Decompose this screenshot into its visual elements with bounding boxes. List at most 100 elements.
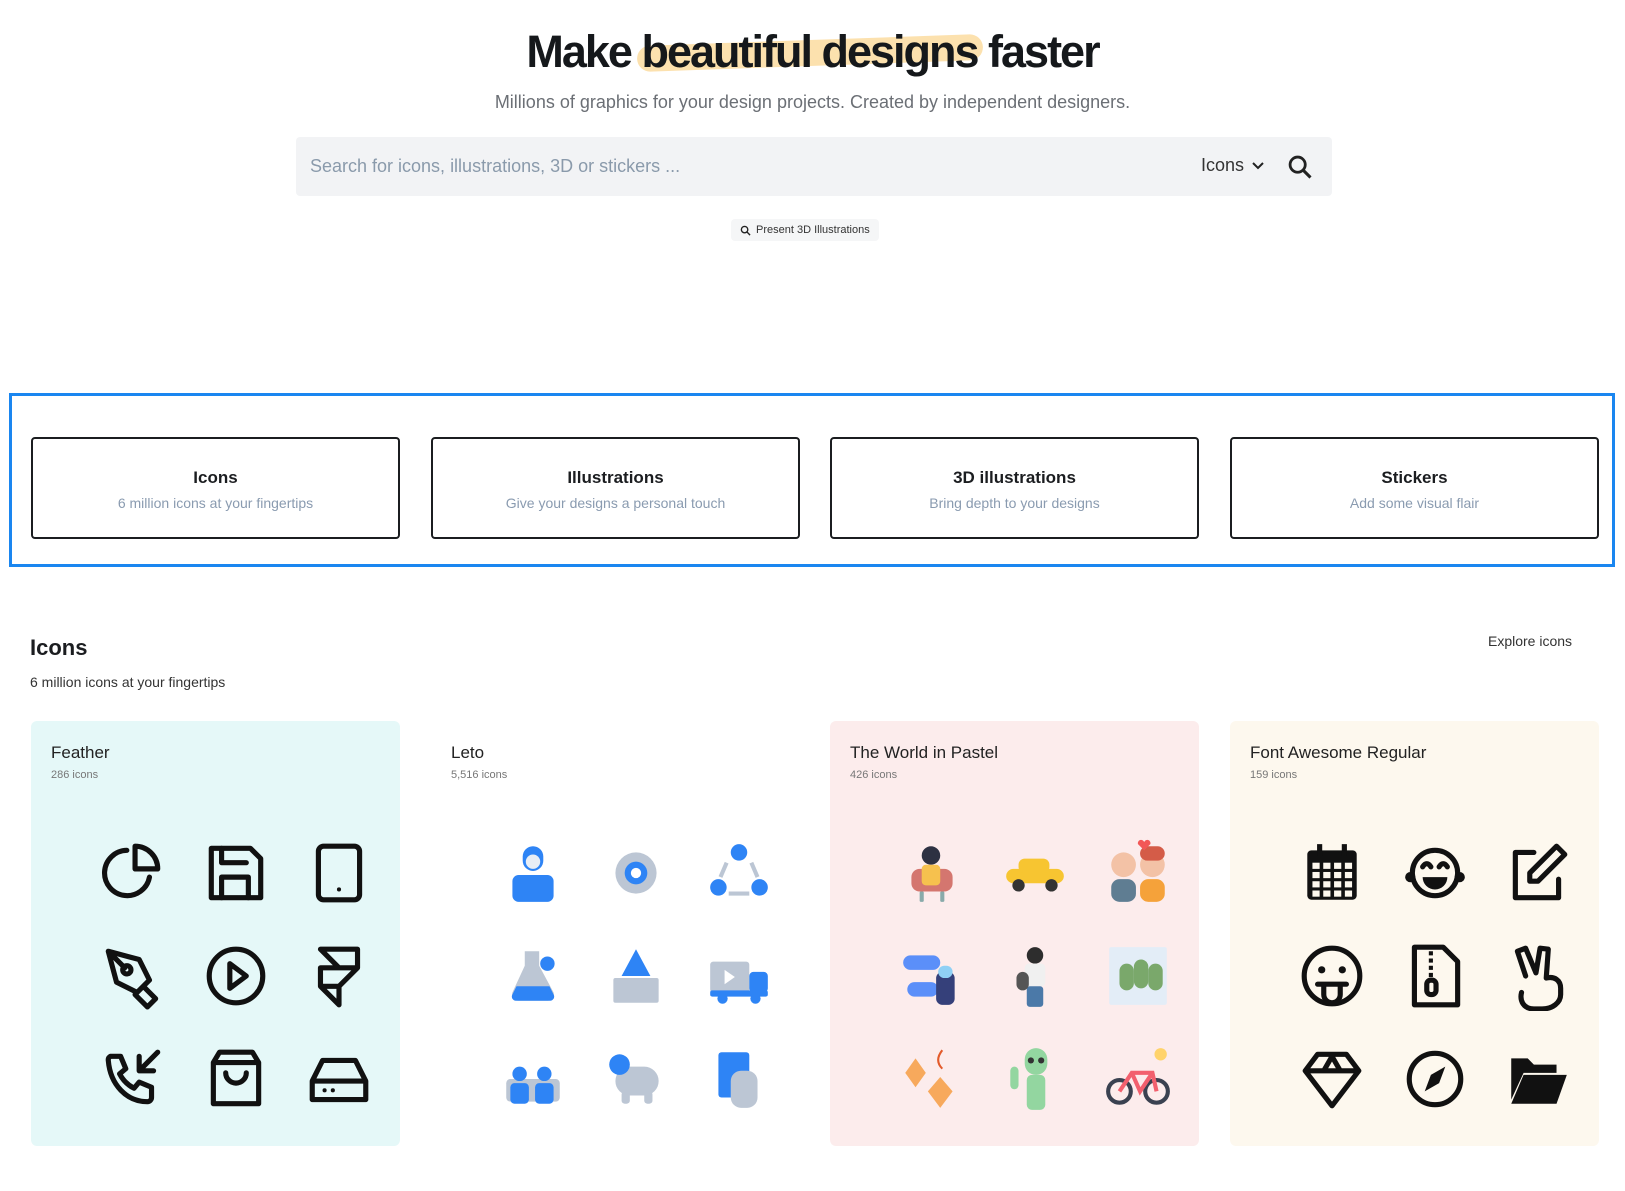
type-dropdown[interactable]: Icons bbox=[1201, 155, 1264, 176]
tablet-icon-graphic bbox=[315, 843, 362, 902]
peace-hand-icon[interactable] bbox=[1486, 924, 1589, 1027]
shopping-bag-icon-graphic bbox=[210, 1049, 261, 1106]
collection-icon-grid bbox=[81, 821, 390, 1130]
collection-card[interactable]: The World in Pastel 426 icons bbox=[830, 721, 1199, 1146]
page-title: Make beautiful designs faster bbox=[0, 26, 1625, 78]
team-icon[interactable] bbox=[481, 1027, 584, 1130]
category-subtitle: 6 million icons at your fingertips bbox=[117, 495, 314, 511]
search-input[interactable] bbox=[310, 137, 1130, 196]
compass-icon-graphic bbox=[1406, 1050, 1463, 1107]
save-icon[interactable] bbox=[184, 821, 287, 924]
settings-icon[interactable] bbox=[584, 821, 687, 924]
collection-card[interactable]: Leto 5,516 icons bbox=[431, 721, 800, 1146]
file-zip-icon-graphic bbox=[1411, 944, 1460, 1007]
laugh-icon[interactable] bbox=[1383, 821, 1486, 924]
category-stickers[interactable]: Stickers Add some visual flair bbox=[1230, 437, 1599, 539]
truck-video-icon[interactable] bbox=[687, 924, 790, 1027]
category-icons[interactable]: Icons 6 million icons at your fingertips bbox=[31, 437, 400, 539]
framer-icon-graphic bbox=[317, 946, 360, 1007]
search-bar: Icons bbox=[296, 137, 1332, 196]
team-icon-graphic bbox=[505, 1066, 560, 1104]
search-icon[interactable] bbox=[1286, 153, 1314, 181]
category-subtitle: Add some visual flair bbox=[1349, 495, 1480, 511]
collection-card[interactable]: Font Awesome Regular 159 icons bbox=[1230, 721, 1599, 1146]
compass-icon[interactable] bbox=[1383, 1027, 1486, 1130]
user-icon[interactable] bbox=[481, 821, 584, 924]
collection-card[interactable]: Feather 286 icons bbox=[31, 721, 400, 1146]
category-title: Stickers bbox=[1381, 468, 1448, 487]
collection-name: Leto bbox=[451, 743, 485, 762]
taxi-icon[interactable] bbox=[983, 821, 1086, 924]
explore-icons-link[interactable]: Explore icons bbox=[1488, 633, 1572, 649]
category-3d-illustrations[interactable]: 3D illustrations Bring depth to your desi… bbox=[830, 437, 1199, 539]
phone-incoming-icon[interactable] bbox=[81, 1027, 184, 1130]
collection-count: 286 icons bbox=[51, 769, 99, 781]
edit-icon-graphic bbox=[1512, 843, 1567, 900]
section-subtitle: 6 million icons at your fingertips bbox=[30, 674, 226, 690]
credit-card-icon-graphic bbox=[717, 1051, 758, 1108]
file-zip-icon[interactable] bbox=[1383, 924, 1486, 1027]
collection-name: The World in Pastel bbox=[850, 743, 999, 762]
truck-video-icon-graphic bbox=[709, 961, 768, 1004]
diver-sharks-icon-graphic bbox=[902, 954, 955, 1005]
folder-open-icon[interactable] bbox=[1486, 1027, 1589, 1130]
taxi-icon-graphic bbox=[1005, 858, 1064, 892]
hard-drive-icon[interactable] bbox=[287, 1027, 390, 1130]
collection-count: 5,516 icons bbox=[451, 769, 508, 781]
phone-incoming-icon-graphic bbox=[105, 1049, 160, 1104]
tablet-icon[interactable] bbox=[287, 821, 390, 924]
pen-tool-icon-graphic bbox=[105, 948, 158, 1009]
chevron-down-icon bbox=[1252, 161, 1264, 169]
save-icon-graphic bbox=[208, 845, 263, 900]
map-pig-icon[interactable] bbox=[584, 1027, 687, 1130]
section-title: Icons bbox=[30, 635, 88, 660]
framer-icon[interactable] bbox=[287, 924, 390, 1027]
pie-chart-icon-graphic bbox=[101, 843, 160, 898]
page-subtitle: Millions of graphics for your design pro… bbox=[494, 92, 1131, 112]
person-chair-icon-graphic bbox=[910, 845, 953, 902]
flask-icon-graphic bbox=[511, 950, 555, 1001]
calendar-icon[interactable] bbox=[1280, 821, 1383, 924]
gem-icon[interactable] bbox=[1280, 1027, 1383, 1130]
hard-drive-icon-graphic bbox=[309, 1057, 368, 1102]
category-illustrations[interactable]: Illustrations Give your designs a persona… bbox=[431, 437, 800, 539]
rain-trees-icon[interactable] bbox=[1086, 924, 1189, 1027]
category-title: Icons bbox=[193, 468, 238, 487]
diver-sharks-icon[interactable] bbox=[880, 924, 983, 1027]
suggestion-chip[interactable]: Present 3D Illustrations bbox=[731, 219, 879, 241]
alien-icon[interactable] bbox=[983, 1027, 1086, 1130]
title-post: faster bbox=[988, 26, 1101, 77]
collection-icon-grid bbox=[880, 821, 1189, 1130]
collection-name: Feather bbox=[51, 743, 110, 762]
woman-bag-icon[interactable] bbox=[983, 924, 1086, 1027]
category-title: Illustrations bbox=[567, 468, 664, 487]
couple-icon[interactable] bbox=[1086, 821, 1189, 924]
pie-chart-icon[interactable] bbox=[81, 821, 184, 924]
shopping-bag-icon[interactable] bbox=[184, 1027, 287, 1130]
pen-tool-icon[interactable] bbox=[81, 924, 184, 1027]
leaves-icon[interactable] bbox=[880, 1027, 983, 1130]
collection-count: 159 icons bbox=[1250, 769, 1298, 781]
flask-icon[interactable] bbox=[481, 924, 584, 1027]
edit-icon[interactable] bbox=[1486, 821, 1589, 924]
folder-open-icon-graphic bbox=[1510, 1057, 1567, 1104]
mountain-wall-icon-graphic bbox=[612, 948, 659, 1003]
mountain-wall-icon[interactable] bbox=[584, 924, 687, 1027]
title-pre: Make bbox=[526, 26, 633, 77]
collection-count: 426 icons bbox=[850, 769, 898, 781]
collection-name: Font Awesome Regular bbox=[1250, 743, 1427, 762]
suggestion-label: Present 3D Illustrations bbox=[756, 224, 870, 236]
collection-icon-grid bbox=[481, 821, 790, 1130]
collection-icon-grid bbox=[1280, 821, 1589, 1130]
title-highlight: beautiful designs bbox=[641, 26, 979, 77]
user-icon-graphic bbox=[511, 845, 554, 902]
category-title: 3D illustrations bbox=[953, 468, 1076, 487]
woman-bag-icon-graphic bbox=[1015, 946, 1045, 1007]
person-chair-icon[interactable] bbox=[880, 821, 983, 924]
credit-card-icon[interactable] bbox=[687, 1027, 790, 1130]
play-circle-icon[interactable] bbox=[184, 924, 287, 1027]
network-icon[interactable] bbox=[687, 821, 790, 924]
tongue-icon[interactable] bbox=[1280, 924, 1383, 1027]
settings-icon-graphic bbox=[614, 851, 657, 894]
bicycle-icon[interactable] bbox=[1086, 1027, 1189, 1130]
